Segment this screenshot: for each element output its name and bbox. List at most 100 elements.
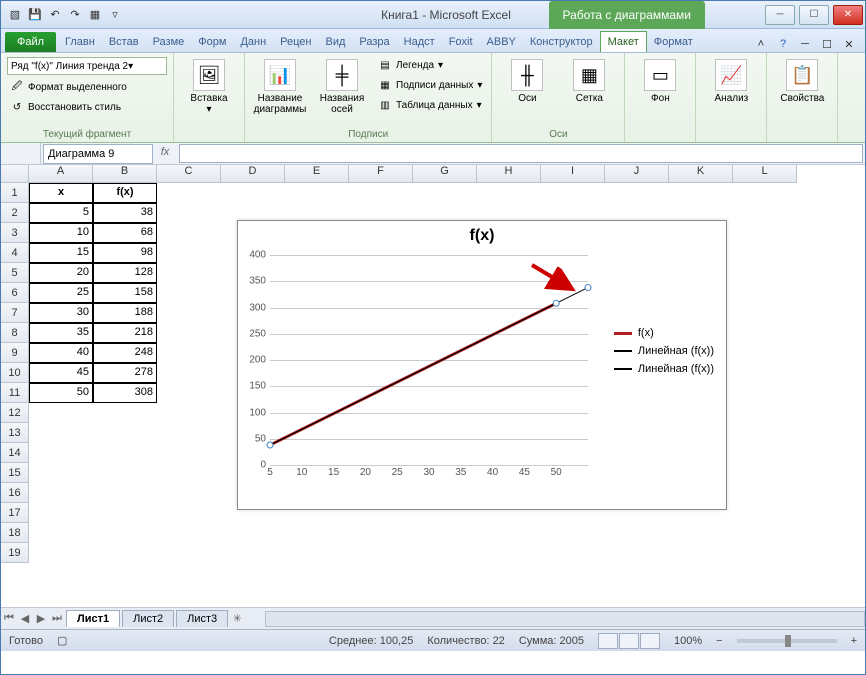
ribbon-tab-format[interactable]: Формат xyxy=(647,32,700,52)
ribbon-tab[interactable]: Foxit xyxy=(442,32,480,52)
column-header[interactable]: J xyxy=(605,165,669,183)
workbook-close-icon[interactable]: ✕ xyxy=(841,36,857,52)
workbook-restore-icon[interactable]: ☐ xyxy=(819,36,835,52)
ribbon-tab[interactable]: Рецен xyxy=(273,32,318,52)
undo-icon[interactable]: ↶ xyxy=(47,7,63,23)
column-header[interactable]: F xyxy=(349,165,413,183)
cell[interactable]: 278 xyxy=(93,363,157,383)
row-header[interactable]: 11 xyxy=(1,383,29,403)
embedded-chart[interactable]: f(x) 05010015020025030035040051015202530… xyxy=(237,220,727,510)
column-header[interactable]: A xyxy=(29,165,93,183)
row-header[interactable]: 4 xyxy=(1,243,29,263)
column-header[interactable]: C xyxy=(157,165,221,183)
sheet-nav-prev[interactable]: ◀ xyxy=(17,612,33,625)
cell[interactable]: 68 xyxy=(93,223,157,243)
row-header[interactable]: 19 xyxy=(1,543,29,563)
background-button[interactable]: ▭Фон xyxy=(631,57,689,106)
cell[interactable]: 50 xyxy=(29,383,93,403)
cell[interactable]: 25 xyxy=(29,283,93,303)
chart-element-selector[interactable]: Ряд "f(x)" Линия тренда 2 ▾ xyxy=(7,57,167,75)
macro-record-icon[interactable]: ▢ xyxy=(57,634,67,647)
ribbon-tab[interactable]: Встав xyxy=(102,32,146,52)
minimize-ribbon-icon[interactable]: ˄ xyxy=(753,36,769,52)
chart-title[interactable]: f(x) xyxy=(238,221,726,251)
column-header[interactable]: B xyxy=(93,165,157,183)
cell[interactable]: 5 xyxy=(29,203,93,223)
worksheet-grid[interactable]: 12345678910111213141516171819 ABCDEFGHIJ… xyxy=(1,165,865,607)
ribbon-tab[interactable]: Вид xyxy=(319,32,353,52)
row-header[interactable]: 10 xyxy=(1,363,29,383)
cell[interactable]: 158 xyxy=(93,283,157,303)
horizontal-scrollbar[interactable] xyxy=(265,611,865,627)
sheet-tab[interactable]: Лист1 xyxy=(66,610,120,627)
cell[interactable]: 218 xyxy=(93,323,157,343)
qat-item-icon[interactable]: ▦ xyxy=(87,7,103,23)
cell[interactable]: 40 xyxy=(29,343,93,363)
row-header[interactable]: 2 xyxy=(1,203,29,223)
new-sheet-button[interactable]: ✳ xyxy=(229,612,245,625)
sheet-tab[interactable]: Лист2 xyxy=(122,610,174,627)
format-selection-button[interactable]: 🖉Формат выделенного xyxy=(7,79,130,95)
cell[interactable]: 10 xyxy=(29,223,93,243)
column-header[interactable]: D xyxy=(221,165,285,183)
help-icon[interactable]: ? xyxy=(775,36,791,52)
chart-legend[interactable]: f(x) Линейная (f(x)) Линейная (f(x)) xyxy=(614,321,714,381)
ribbon-tab-layout[interactable]: Макет xyxy=(600,31,647,52)
row-header[interactable]: 15 xyxy=(1,463,29,483)
ribbon-tab[interactable]: ABBY xyxy=(480,32,523,52)
file-tab[interactable]: Файл xyxy=(5,32,56,52)
row-header[interactable]: 7 xyxy=(1,303,29,323)
cell[interactable]: 188 xyxy=(93,303,157,323)
chart-title-button[interactable]: 📊Название диаграммы xyxy=(251,57,309,117)
row-header[interactable]: 18 xyxy=(1,523,29,543)
sheet-nav-first[interactable]: ⏮ xyxy=(1,612,17,625)
fx-icon[interactable]: fx xyxy=(153,143,177,164)
zoom-in-button[interactable]: + xyxy=(851,635,857,647)
data-labels-button[interactable]: ▦Подписи данных ▾ xyxy=(375,77,485,93)
zoom-slider[interactable] xyxy=(737,639,837,643)
view-page-layout-button[interactable] xyxy=(619,633,639,649)
cell[interactable]: 248 xyxy=(93,343,157,363)
qat-item-icon[interactable]: ▿ xyxy=(107,7,123,23)
data-table-button[interactable]: ▥Таблица данных ▾ xyxy=(375,97,485,113)
cell[interactable]: 308 xyxy=(93,383,157,403)
row-header[interactable]: 17 xyxy=(1,503,29,523)
legend-item[interactable]: Линейная (f(x)) xyxy=(614,345,714,357)
legend-button[interactable]: ▤Легенда ▾ xyxy=(375,57,485,73)
row-header[interactable]: 6 xyxy=(1,283,29,303)
ribbon-tab[interactable]: Надст xyxy=(397,32,442,52)
ribbon-tab-constructor[interactable]: Конструктор xyxy=(523,32,600,52)
legend-item[interactable]: Линейная (f(x)) xyxy=(614,363,714,375)
cell[interactable]: 38 xyxy=(93,203,157,223)
formula-input[interactable] xyxy=(179,144,863,163)
column-header[interactable]: E xyxy=(285,165,349,183)
cell[interactable]: 128 xyxy=(93,263,157,283)
insert-button[interactable]: 🖼Вставка▾ xyxy=(180,57,238,117)
row-header[interactable]: 14 xyxy=(1,443,29,463)
properties-button[interactable]: 📋Свойства xyxy=(773,57,831,106)
cell[interactable]: x xyxy=(29,183,93,203)
row-header[interactable]: 12 xyxy=(1,403,29,423)
cell[interactable]: 20 xyxy=(29,263,93,283)
cell[interactable]: 35 xyxy=(29,323,93,343)
row-header[interactable]: 5 xyxy=(1,263,29,283)
column-header[interactable]: L xyxy=(733,165,797,183)
sheet-nav-next[interactable]: ▶ xyxy=(33,612,49,625)
redo-icon[interactable]: ↷ xyxy=(67,7,83,23)
cell[interactable]: 45 xyxy=(29,363,93,383)
row-header[interactable]: 3 xyxy=(1,223,29,243)
ribbon-tab[interactable]: Главн xyxy=(58,32,102,52)
cell[interactable]: 98 xyxy=(93,243,157,263)
gridlines-button[interactable]: ▦Сетка xyxy=(560,57,618,106)
chart-series-line[interactable] xyxy=(270,288,588,446)
ribbon-tab[interactable]: Разме xyxy=(146,32,192,52)
zoom-level[interactable]: 100% xyxy=(674,635,702,647)
legend-item[interactable]: f(x) xyxy=(614,327,714,339)
row-header[interactable]: 8 xyxy=(1,323,29,343)
column-header[interactable]: K xyxy=(669,165,733,183)
column-header[interactable]: H xyxy=(477,165,541,183)
select-all-corner[interactable] xyxy=(1,165,29,183)
workbook-minimize-icon[interactable]: ─ xyxy=(797,36,813,52)
cell[interactable]: 15 xyxy=(29,243,93,263)
zoom-out-button[interactable]: − xyxy=(716,635,722,647)
